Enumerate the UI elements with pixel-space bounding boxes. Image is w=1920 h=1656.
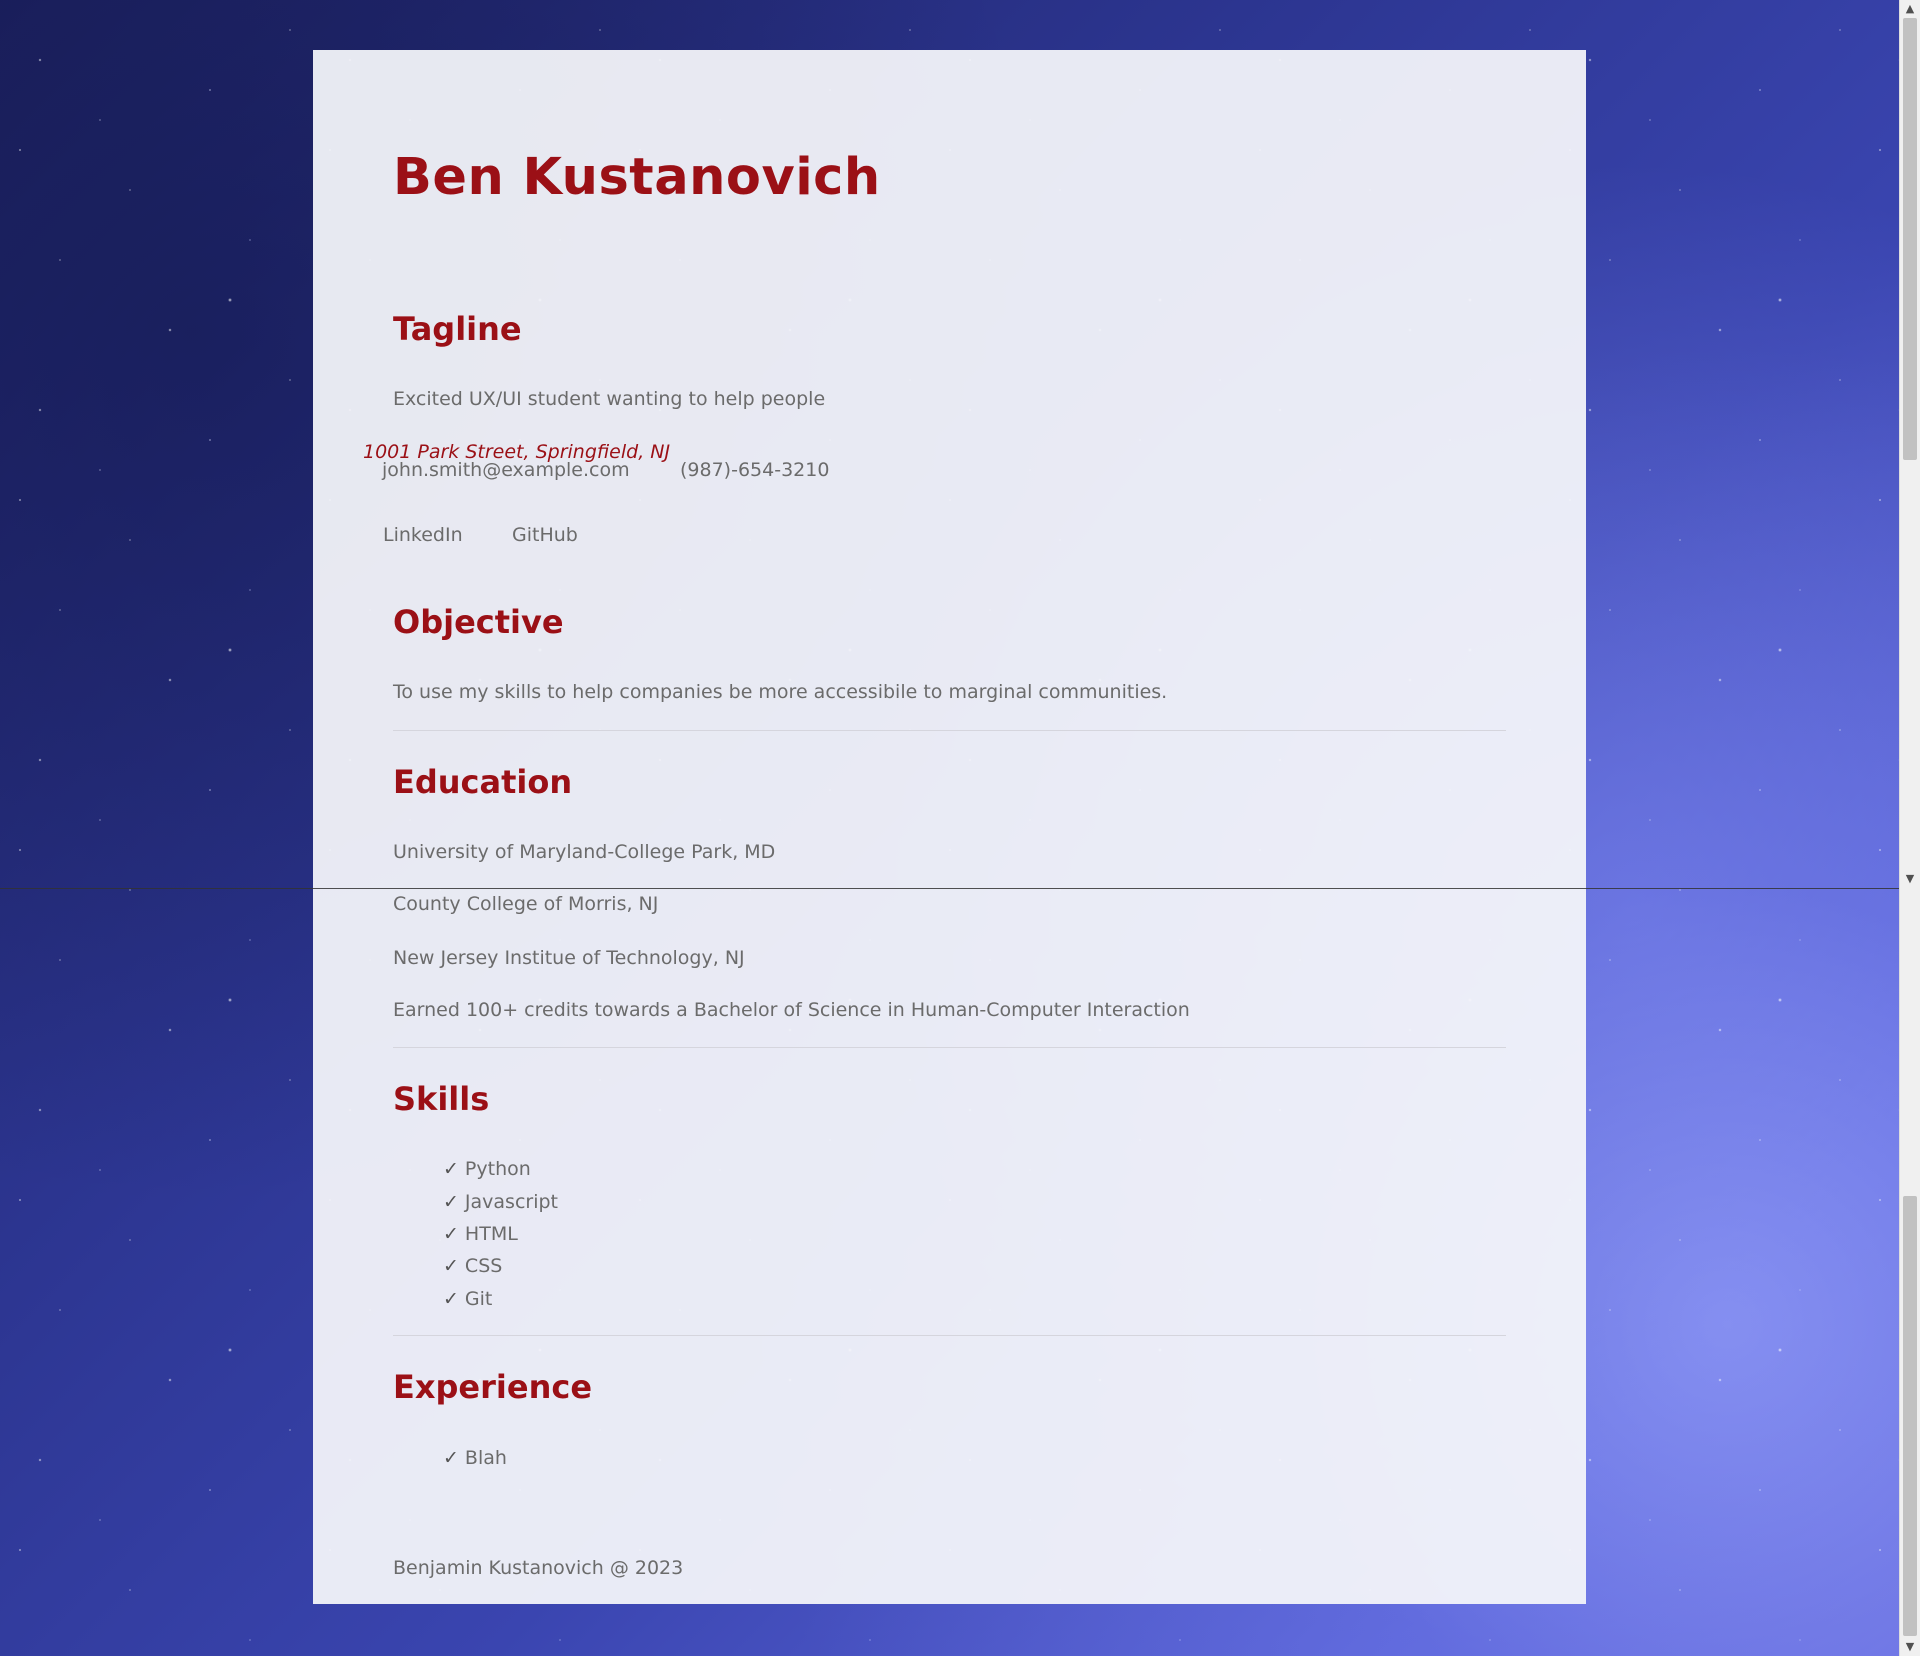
skill-label: HTML (464, 1223, 518, 1245)
checkmark-icon: ✓ (443, 1191, 459, 1213)
experience-heading: Experience (393, 1368, 593, 1406)
education-item: University of Maryland-College Park, MD (393, 841, 776, 863)
experience-label: Blah (464, 1447, 507, 1469)
skill-item: ✓ HTML (443, 1223, 518, 1245)
scrollbar[interactable]: ▲ ▼ ▼ (1899, 0, 1920, 1656)
tagline-text: Excited UX/UI student wanting to help pe… (393, 388, 826, 410)
skill-item: ✓ Javascript (443, 1191, 558, 1213)
divider (393, 1047, 1506, 1048)
divider (393, 730, 1506, 731)
linkedin-link[interactable]: LinkedIn (383, 524, 463, 546)
skill-item: ✓ Git (443, 1288, 492, 1310)
page-background: Ben Kustanovich Tagline Excited UX/UI st… (0, 0, 1920, 1656)
checkmark-icon: ✓ (443, 1223, 459, 1245)
footer-text: Benjamin Kustanovich @ 2023 (393, 1557, 684, 1579)
skill-item: ✓ CSS (443, 1255, 502, 1277)
checkmark-icon: ✓ (443, 1447, 459, 1469)
scroll-thumb[interactable] (1903, 1196, 1917, 1636)
pane-divider (0, 888, 1900, 889)
objective-heading: Objective (393, 603, 564, 641)
skill-item: ✓ Python (443, 1158, 531, 1180)
checkmark-icon: ✓ (443, 1288, 459, 1310)
skills-heading: Skills (393, 1080, 490, 1118)
skill-label: Python (464, 1158, 531, 1180)
checkmark-icon: ✓ (443, 1158, 459, 1180)
skill-label: Git (464, 1288, 493, 1310)
education-item: Earned 100+ credits towards a Bachelor o… (393, 999, 1190, 1021)
tagline-heading: Tagline (393, 310, 522, 348)
scroll-thumb[interactable] (1903, 18, 1917, 460)
divider (393, 1335, 1506, 1336)
scroll-down-arrow[interactable]: ▼ (1900, 1638, 1920, 1656)
address-text: 1001 Park Street, Springfield, NJ (363, 441, 671, 463)
education-item: New Jersey Institue of Technology, NJ (393, 947, 745, 969)
education-item: County College of Morris, NJ (393, 893, 659, 915)
checkmark-icon: ✓ (443, 1255, 459, 1277)
skill-label: CSS (464, 1255, 503, 1277)
objective-text: To use my skills to help companies be mo… (393, 681, 1168, 703)
github-link[interactable]: GitHub (512, 524, 578, 546)
skill-label: Javascript (464, 1191, 559, 1213)
phone-link[interactable]: (987)-654-3210 (680, 459, 829, 481)
experience-item: ✓ Blah (443, 1447, 507, 1469)
scroll-up-arrow[interactable]: ▲ (1900, 0, 1920, 18)
resume-card: Ben Kustanovich Tagline Excited UX/UI st… (313, 50, 1586, 1604)
scroll-down-arrow[interactable]: ▼ (1900, 870, 1920, 888)
education-heading: Education (393, 763, 573, 801)
page-title: Ben Kustanovich (393, 148, 881, 207)
